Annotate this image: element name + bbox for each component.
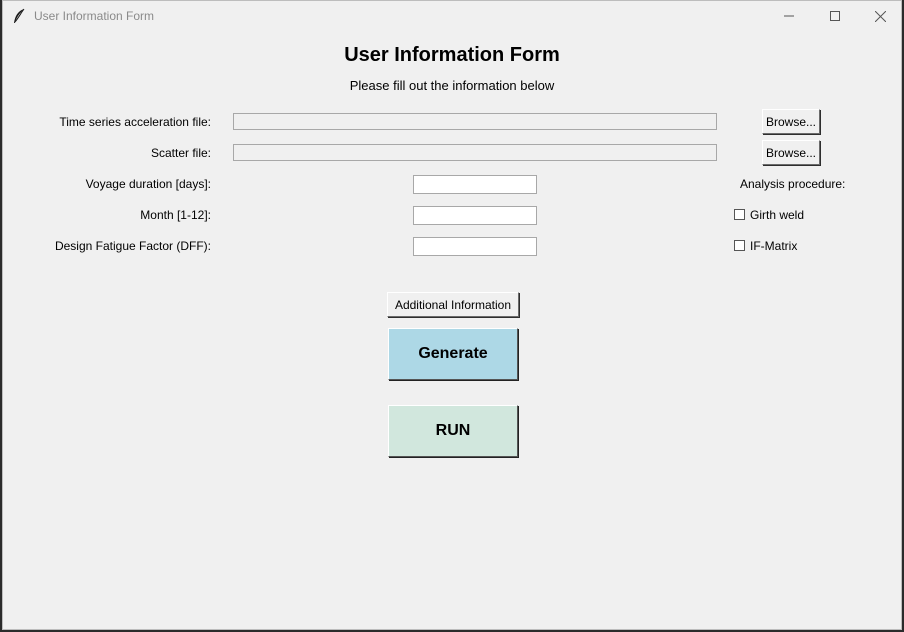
minimize-icon <box>784 15 794 17</box>
browse-scatter-button[interactable]: Browse... <box>762 140 820 165</box>
month-label: Month [1-12]: <box>140 208 211 222</box>
scatter-file-field[interactable] <box>233 144 717 161</box>
month-input[interactable] <box>413 206 537 225</box>
form-heading: User Information Form <box>344 44 560 66</box>
girth-weld-checkbox[interactable] <box>734 209 745 220</box>
girth-weld-label[interactable]: Girth weld <box>750 208 804 222</box>
feather-icon <box>14 8 25 23</box>
window-title: User Information Form <box>34 9 155 23</box>
additional-information-button[interactable]: Additional Information <box>387 292 519 317</box>
scatter-file-label: Scatter file: <box>150 146 211 160</box>
close-icon <box>874 10 886 22</box>
if-matrix-label[interactable]: IF-Matrix <box>750 239 797 253</box>
close-button[interactable] <box>857 1 903 31</box>
time-series-label: Time series acceleration file: <box>59 115 211 129</box>
generate-button[interactable]: Generate <box>388 328 518 380</box>
app-window: User Information Form User Information F… <box>2 0 902 630</box>
run-button[interactable]: RUN <box>388 405 518 457</box>
browse-time-series-button[interactable]: Browse... <box>762 109 820 134</box>
analysis-procedure-label: Analysis procedure: <box>740 177 846 191</box>
maximize-button[interactable] <box>812 1 858 31</box>
dff-input[interactable] <box>413 237 537 256</box>
form-subheading: Please fill out the information below <box>349 78 555 93</box>
dff-label: Design Fatigue Factor (DFF): <box>54 239 211 253</box>
voyage-duration-input[interactable] <box>413 175 537 194</box>
if-matrix-checkbox[interactable] <box>734 240 745 251</box>
maximize-icon <box>830 11 840 21</box>
title-bar[interactable]: User Information Form <box>3 1 901 31</box>
voyage-duration-label: Voyage duration [days]: <box>85 177 211 191</box>
time-series-file-field[interactable] <box>233 113 717 130</box>
minimize-button[interactable] <box>766 1 812 31</box>
